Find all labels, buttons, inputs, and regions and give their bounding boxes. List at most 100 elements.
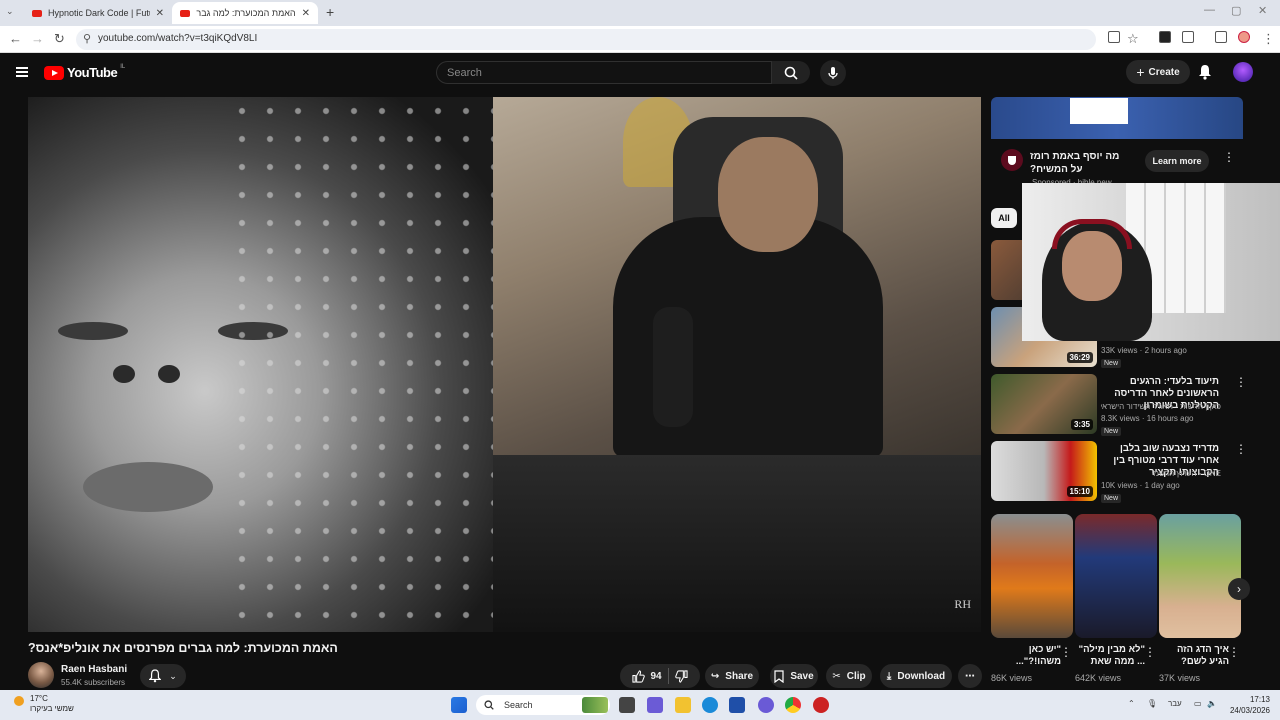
new-badge: New	[1101, 427, 1122, 436]
channel-avatar[interactable]	[28, 662, 54, 688]
clip-button[interactable]: ✂ Clip	[826, 664, 872, 688]
maximize-icon[interactable]: ▢	[1231, 4, 1241, 17]
chevron-down-icon: ⌄	[169, 670, 177, 681]
app-record-icon[interactable]	[813, 697, 829, 713]
reload-icon[interactable]: ↻	[54, 31, 65, 47]
browser-menu-icon[interactable]: ⋮	[1262, 31, 1275, 47]
shorts-next-button[interactable]: ›	[1228, 578, 1250, 600]
extension-icon[interactable]	[1159, 31, 1171, 43]
address-bar[interactable]: ⚲ youtube.com/watch?v=t3qiKQdV8LI	[76, 29, 1096, 50]
divider	[667, 668, 669, 684]
search-input[interactable]	[437, 62, 771, 83]
weather-description: שמשי בעיקרו	[30, 704, 74, 713]
share-label: Share	[725, 670, 754, 682]
weather-widget[interactable]: 17°C שמשי בעיקרו	[30, 694, 74, 714]
more-horizontal-icon: ⋯	[965, 670, 975, 682]
video-watermark: RH	[954, 597, 971, 611]
short-menu-icon[interactable]: ⋮	[1228, 646, 1240, 658]
like-button[interactable]: 94	[632, 669, 662, 683]
chevron-right-icon: ›	[1237, 582, 1241, 596]
new-tab-icon[interactable]: +	[326, 4, 334, 20]
bookmark-star-icon[interactable]: ☆	[1127, 31, 1139, 47]
notifications-bell-icon[interactable]	[1198, 64, 1212, 80]
search-box[interactable]	[436, 61, 772, 84]
video-player[interactable]: RH	[28, 97, 981, 632]
thumbs-down-icon[interactable]	[674, 669, 688, 683]
discord-icon[interactable]	[758, 697, 774, 713]
create-button[interactable]: + Create	[1126, 60, 1190, 84]
learn-more-button[interactable]: Learn more	[1145, 150, 1209, 172]
search-button[interactable]	[772, 61, 810, 84]
edge-icon[interactable]	[702, 697, 718, 713]
reading-list-icon[interactable]	[1215, 31, 1227, 43]
short-title[interactable]: איך הדג הזה הגיע לשם?	[1157, 644, 1229, 668]
extensions-puzzle-icon[interactable]	[1182, 31, 1194, 43]
site-info-icon[interactable]: ⚲	[83, 32, 91, 45]
ad-menu-icon[interactable]: ⋮	[1223, 151, 1235, 163]
short-thumbnail[interactable]	[1159, 514, 1241, 638]
download-button[interactable]: ⤓ Download	[880, 664, 952, 688]
clock-time: 17:13	[1249, 695, 1270, 704]
volume-icon[interactable]: 🔈	[1207, 699, 1217, 708]
related-channel[interactable]: ONE - הערוץ הרשמי	[1101, 469, 1221, 478]
account-avatar[interactable]	[1233, 62, 1253, 82]
more-actions-button[interactable]: ⋯	[958, 664, 982, 688]
close-tab-2-icon[interactable]: ✕	[302, 8, 310, 19]
advertiser-logo-icon	[1001, 149, 1023, 171]
related-thumbnail[interactable]: 3:35	[991, 374, 1097, 434]
close-tab-1-icon[interactable]: ✕	[156, 8, 164, 19]
weather-temperature: 17°C	[30, 694, 48, 703]
related-channel[interactable]: כאן | חדשות - תאגיד השידור הישראלי	[1101, 402, 1221, 411]
windows-taskbar: 17°C שמשי בעיקרו	[0, 690, 1280, 720]
forward-icon[interactable]: →	[31, 31, 44, 46]
chrome-icon[interactable]	[785, 697, 801, 713]
channel-name[interactable]: Raen Hasbani	[61, 664, 127, 675]
minimize-icon[interactable]: —	[1204, 4, 1215, 16]
url-text[interactable]: youtube.com/watch?v=t3qiKQdV8LI	[98, 33, 257, 44]
short-title[interactable]: "יש כאן משהו!?"...	[989, 644, 1061, 668]
input-language[interactable]: עבר	[1168, 699, 1182, 708]
weather-sun-icon	[14, 696, 24, 706]
share-button[interactable]: ↪ Share	[705, 664, 759, 688]
voice-search-button[interactable]	[820, 60, 846, 86]
tray-mic-icon[interactable]: 🎙	[1147, 699, 1157, 708]
profile-avatar-icon[interactable]	[1238, 31, 1250, 43]
tab-search-icon[interactable]: ⌄	[6, 6, 14, 17]
new-badge: New	[1101, 494, 1122, 503]
video-frame-bottom	[493, 455, 981, 632]
taskbar-clock[interactable]: 17:13 24/03/2026	[1228, 694, 1270, 716]
clock-date: 24/03/2026	[1229, 706, 1270, 715]
scissors-icon: ✂	[832, 670, 841, 682]
start-windows-icon[interactable]	[451, 697, 467, 713]
ad-title[interactable]: מה יוסף באמת רומז על המשיח?	[1030, 150, 1134, 176]
teams-icon[interactable]	[647, 697, 663, 713]
related-thumbnail[interactable]: 15:10	[991, 441, 1097, 501]
video-graphic	[158, 365, 180, 383]
short-menu-icon[interactable]: ⋮	[1144, 646, 1156, 658]
related-menu-icon[interactable]: ⋮	[1235, 443, 1247, 455]
cast-icon[interactable]	[1108, 31, 1120, 43]
network-icon[interactable]: ▭	[1194, 699, 1202, 708]
microphone-icon	[828, 67, 838, 79]
youtube-logo[interactable]: YouTube IL	[44, 64, 125, 80]
save-button[interactable]: Save	[770, 664, 818, 688]
file-explorer-icon[interactable]	[675, 697, 691, 713]
short-menu-icon[interactable]: ⋮	[1060, 646, 1072, 658]
short-thumbnail[interactable]	[991, 514, 1073, 638]
tray-overflow-icon[interactable]: ⌃	[1128, 699, 1135, 708]
task-view-icon[interactable]	[619, 697, 635, 713]
short-thumbnail[interactable]	[1075, 514, 1157, 638]
video-graphic	[113, 365, 135, 383]
window-close-icon[interactable]: ✕	[1258, 4, 1267, 17]
video-graphic	[718, 137, 818, 252]
subscribed-notifications-button[interactable]: ⌄	[140, 664, 186, 688]
short-title[interactable]: "לא מבין מילה" ... ממה שאת	[1073, 644, 1145, 668]
store-icon[interactable]	[729, 697, 745, 713]
related-menu-icon[interactable]: ⋮	[1235, 376, 1247, 388]
hamburger-menu-icon[interactable]	[16, 67, 28, 77]
filter-chip-all[interactable]: All	[991, 208, 1017, 228]
back-icon[interactable]: ←	[9, 31, 22, 46]
browser-tab-2[interactable]: האמת המכוערת: למה גברים מ ✕	[172, 2, 318, 24]
browser-tab-1[interactable]: Hypnotic Dark Code | Futuristic ✕	[24, 2, 172, 24]
save-label: Save	[790, 670, 814, 682]
